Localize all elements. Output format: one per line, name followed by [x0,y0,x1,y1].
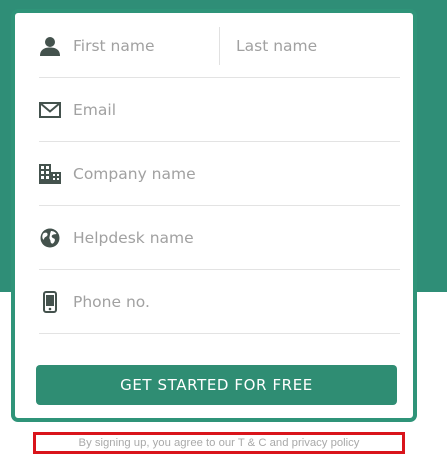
privacy-policy-link[interactable]: privacy policy [292,437,360,449]
phone-input[interactable] [73,289,373,315]
field-divider [219,27,220,65]
helpdesk-row [39,205,400,270]
email-row [39,77,400,142]
person-icon [39,35,61,57]
terms-notice: By signing up, you agree to our T & C an… [33,432,405,454]
email-input[interactable] [73,97,373,123]
get-started-button[interactable]: GET STARTED FOR FREE [36,365,397,405]
helpdesk-name-input[interactable] [73,225,373,251]
building-icon [39,163,61,185]
terms-text: By signing up, you agree to our [78,437,238,449]
envelope-icon [39,99,61,121]
phone-icon [39,291,61,313]
phone-row [39,269,400,334]
last-name-input[interactable] [236,33,396,59]
signup-card: GET STARTED FOR FREE [11,9,417,422]
tnc-link[interactable]: T & C [238,437,267,449]
first-name-input[interactable] [73,33,213,59]
company-name-input[interactable] [73,161,373,187]
name-row [39,13,400,78]
terms-joiner: and [266,437,292,449]
globe-icon [39,227,61,249]
company-row [39,141,400,206]
